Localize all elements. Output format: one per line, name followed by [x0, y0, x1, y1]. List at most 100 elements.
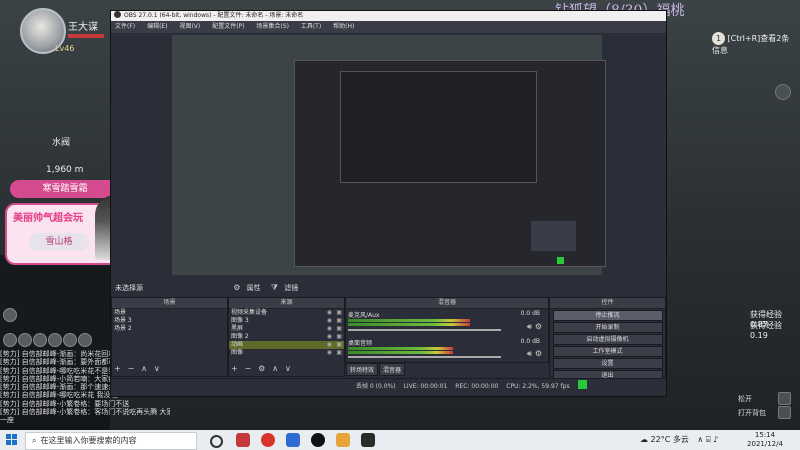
key-e-icon[interactable]: [778, 392, 791, 405]
scene-item[interactable]: 场景: [112, 309, 227, 317]
volume-icon[interactable]: ♪: [713, 435, 718, 444]
remove-icon[interactable]: −: [128, 364, 135, 373]
source-item-selected[interactable]: 动画 ◉ ▣: [229, 341, 344, 349]
gear-icon[interactable]: ⚙: [258, 364, 265, 373]
netease-music-icon[interactable]: [261, 433, 275, 447]
tab-mixer[interactable]: 混音器: [379, 363, 406, 376]
key-b-icon[interactable]: [778, 406, 791, 419]
taskbar-clock[interactable]: 15:14 2021/12/4: [735, 431, 795, 449]
message-icon: 1: [712, 32, 725, 45]
menu-tools[interactable]: 工具(T): [301, 23, 321, 30]
skill-icon[interactable]: [48, 333, 62, 347]
steam-icon[interactable]: [286, 433, 300, 447]
lock-icon[interactable]: ▣: [336, 349, 342, 357]
rec-timer: REC: 00:00:00: [455, 383, 499, 390]
speaker-icon[interactable]: 🔊︎: [527, 322, 532, 332]
scene-item[interactable]: 场景 2: [112, 325, 227, 333]
obs-window[interactable]: OBS 27.0.1 (64-bit, windows) - 配置文件: 未命名…: [110, 10, 667, 397]
dropped-frames: 丢帧 0 (0.0%): [356, 383, 396, 390]
settings-button[interactable]: 设置: [552, 358, 663, 369]
stop-streaming-button[interactable]: 停止推流: [552, 310, 663, 321]
menu-icon[interactable]: [775, 84, 791, 100]
obs-titlebar[interactable]: OBS 27.0.1 (64-bit, windows) - 配置文件: 未命名…: [111, 11, 666, 21]
source-name: 黑屏: [231, 325, 244, 332]
network-icon[interactable]: ⌸: [706, 435, 711, 444]
windows-start-icon[interactable]: [6, 434, 18, 446]
menu-file[interactable]: 文件(F): [115, 23, 135, 30]
studio-mode-button[interactable]: 工作室模式: [552, 346, 663, 357]
tab-transitions[interactable]: 转场特效: [346, 363, 379, 376]
move-up-icon[interactable]: ∧: [272, 364, 278, 373]
menu-scene-collection[interactable]: 场景集合(S): [256, 23, 289, 30]
altitude-label: 水阀: [52, 138, 71, 148]
add-icon[interactable]: +: [114, 364, 121, 373]
scene-item[interactable]: 场景 3: [112, 317, 227, 325]
mixer-channel-name: 桌面音频: [348, 340, 373, 347]
source-item[interactable]: 图像 ◉ ▣: [229, 349, 344, 357]
properties-button[interactable]: 属性: [247, 284, 261, 292]
gear-icon[interactable]: ⚙: [233, 281, 240, 295]
volume-slider[interactable]: [348, 329, 501, 331]
filters-button[interactable]: 滤镜: [284, 284, 298, 292]
speaker-icon[interactable]: 🔊︎: [527, 349, 532, 359]
preview-recursive-window-inner: [340, 71, 537, 183]
lock-icon[interactable]: ▣: [336, 341, 342, 349]
no-source-label: 未选择源: [115, 284, 143, 292]
lock-icon[interactable]: ▣: [336, 309, 342, 317]
chat-line: [势力] 自信部邮峰-小繁卷格：要场门不送: [0, 399, 130, 408]
add-icon[interactable]: +: [231, 364, 238, 373]
game-taskbar-icon[interactable]: [361, 433, 375, 447]
eye-icon[interactable]: ◉: [327, 317, 332, 325]
menu-help[interactable]: 帮助(H): [333, 23, 354, 30]
filter-icon[interactable]: ⧩: [271, 281, 278, 295]
menu-view[interactable]: 视图(V): [179, 23, 200, 30]
scene-actions: + − ∧ ∨: [114, 364, 164, 374]
eye-icon[interactable]: ◉: [327, 333, 332, 341]
weather-icon[interactable]: ☁: [640, 435, 648, 444]
move-up-icon[interactable]: ∧: [141, 364, 147, 373]
lock-icon[interactable]: ▣: [336, 333, 342, 341]
audio-meter: [348, 319, 470, 322]
start-virtual-camera-button[interactable]: 启动虚拟摄像机: [552, 334, 663, 345]
skill-icon[interactable]: [3, 333, 17, 347]
move-down-icon[interactable]: ∨: [154, 364, 160, 373]
eye-icon[interactable]: ◉: [327, 325, 332, 333]
cortana-icon[interactable]: [210, 435, 223, 448]
eye-icon[interactable]: ◉: [327, 309, 332, 317]
gear-icon[interactable]: ⚙: [535, 322, 542, 331]
lock-icon[interactable]: ▣: [336, 325, 342, 333]
source-item[interactable]: 图像 3 ◉ ▣: [229, 317, 344, 325]
message-tip[interactable]: 1 [Ctrl+R]查看2条信息: [712, 32, 797, 55]
weather-text[interactable]: 22°C 多云: [651, 435, 689, 444]
start-recording-button[interactable]: 开始录制: [552, 322, 663, 333]
taskbar-search-input[interactable]: ⌕ 在这里输入你要搜索的内容: [25, 432, 197, 450]
move-down-icon[interactable]: ∨: [285, 364, 291, 373]
eye-icon[interactable]: ◉: [327, 341, 332, 349]
source-item[interactable]: 黑屏 ◉ ▣: [229, 325, 344, 333]
skill-icon[interactable]: [63, 333, 77, 347]
source-item[interactable]: 视频采集设备 ◉ ▣: [229, 309, 344, 317]
app-icon-yellow[interactable]: [336, 433, 350, 447]
map-pin-icon[interactable]: [3, 308, 17, 322]
eye-icon[interactable]: ◉: [327, 349, 332, 357]
skill-icon[interactable]: [78, 333, 92, 347]
remove-icon[interactable]: −: [245, 364, 252, 373]
source-name: 图像 2: [231, 333, 249, 340]
obs-taskbar-icon[interactable]: [311, 433, 325, 447]
obs-menubar: 文件(F) 编辑(E) 视图(V) 配置文件(P) 场景集合(S) 工具(T) …: [111, 21, 666, 33]
skill-icon[interactable]: [18, 333, 32, 347]
open-bag-button[interactable]: 打开背包: [738, 408, 766, 418]
volume-slider[interactable]: [348, 356, 501, 358]
lock-icon[interactable]: ▣: [336, 317, 342, 325]
source-item[interactable]: 图像 2 ◉ ▣: [229, 333, 344, 341]
menu-edit[interactable]: 编辑(E): [147, 23, 167, 30]
promo-banner: 寒雪踏雪霜: [10, 180, 120, 198]
obs-preview[interactable]: [172, 35, 606, 275]
menu-profile[interactable]: 配置文件(P): [212, 23, 244, 30]
clock-time: 15:14: [754, 431, 776, 439]
release-button[interactable]: 松开: [738, 394, 752, 404]
app-icon-red[interactable]: [236, 433, 250, 447]
gear-icon[interactable]: ⚙: [535, 349, 542, 358]
tray-expand-icon[interactable]: ∧: [697, 435, 703, 444]
skill-icon[interactable]: [33, 333, 47, 347]
